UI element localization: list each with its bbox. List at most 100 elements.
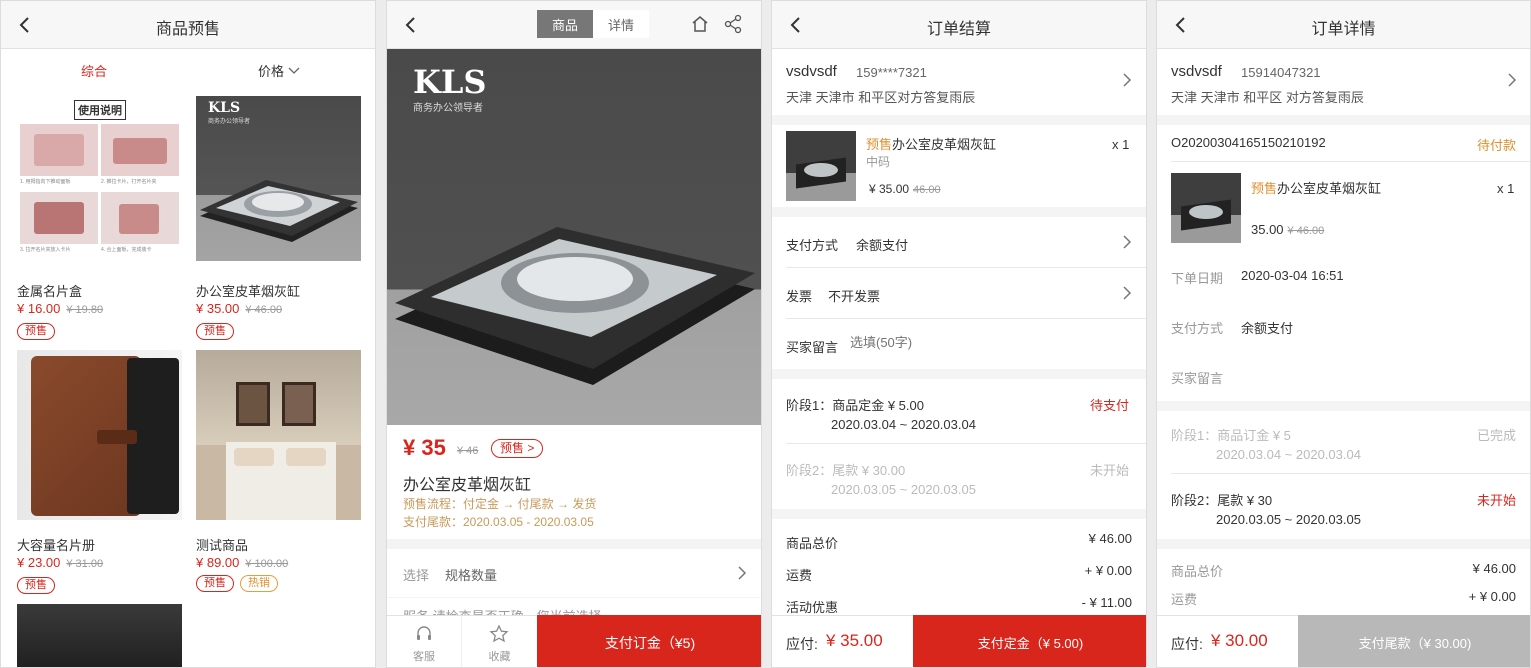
home-icon[interactable] <box>690 14 710 34</box>
wall-frame <box>236 382 270 426</box>
page-title: 订单详情 <box>1311 21 1376 38</box>
current-price: ¥ 35 <box>403 435 446 460</box>
divider <box>786 443 1146 444</box>
product-price-row: ¥ 35.00 ¥ 46.00 <box>196 301 282 316</box>
sort-all-tab[interactable]: 综合 <box>81 61 107 80</box>
stage2-date: 2020.03.05 ~ 2020.03.05 <box>1216 512 1361 527</box>
product-name[interactable]: 金属名片盒 <box>17 281 82 300</box>
pay-balance-button[interactable]: 支付尾款（¥ 30.00) <box>1298 615 1530 667</box>
bottom-bar: 客服 收藏 支付订金（¥5) <box>387 615 761 667</box>
price-summary: 商品总价 ¥ 46.00 运费 + ¥ 0.00 活动优惠 - ¥ 11.00 <box>772 519 1146 615</box>
page-title: 订单结算 <box>926 21 991 38</box>
stage2-status: 未开始 <box>1090 463 1130 478</box>
due-label: 应付: <box>1171 636 1203 652</box>
stage2-label: 阶段2：尾款 ¥ 30 <box>1171 493 1273 508</box>
invoice-value: 不开发票 <box>828 289 881 304</box>
receiver-address: 天津 天津市 和平区 对方答复雨辰 <box>1171 90 1364 105</box>
product-original-price: ¥ 46.00 <box>245 304 283 316</box>
invoice-row[interactable]: 发票 不开发票 <box>772 268 1146 318</box>
header: 订单详情 <box>1157 1 1530 49</box>
product-image-bedroom[interactable] <box>196 350 361 520</box>
due-amount: ¥ 35.00 <box>826 631 883 650</box>
product-image-partial[interactable] <box>17 604 182 667</box>
order-date-label: 下单日期 <box>1171 271 1224 286</box>
product-image-ashtray[interactable]: KLS 商务办公领导者 <box>196 96 361 261</box>
stage1-date: 2020.03.04 ~ 2020.03.04 <box>831 417 976 432</box>
chevron-right-icon <box>1123 73 1132 87</box>
address-row[interactable]: vsdvsdf 159****7321 天津 天津市 和平区对方答复雨辰 <box>772 49 1146 115</box>
service-button[interactable]: 客服 <box>387 616 462 667</box>
total-value: ¥ 46.00 <box>1472 561 1516 576</box>
shipping-value: + ¥ 0.00 <box>1084 563 1132 578</box>
product-original-price: ¥ 31.00 <box>66 558 104 570</box>
buyer-message-input[interactable] <box>850 335 1110 350</box>
order-number: O20200304165150210192 <box>1171 135 1326 150</box>
order-status: 待付款 <box>1476 138 1516 153</box>
brand-logo: KLS <box>413 63 487 101</box>
list-body: 综合 价格 使用说明 1. 用拇指向下推动面板 2. 推拉卡片，打开名片夹 3.… <box>1 49 375 667</box>
sort-price-tab[interactable]: 价格 <box>258 61 300 80</box>
stages-block: 阶段1：商品订金 ¥ 5 已完成 2020.03.04 ~ 2020.03.04… <box>1157 411 1530 539</box>
notebook-clasp <box>97 430 137 444</box>
tail-payment-date: 支付尾款：2020.03.05 - 2020.03.05 <box>403 515 594 529</box>
total-value: ¥ 46.00 <box>1088 531 1132 546</box>
checkout-screen: 订单结算 vsdvsdf 159****7321 天津 天津市 和平区对方答复雨… <box>771 0 1147 668</box>
page-title: 商品预售 <box>155 21 220 38</box>
guide-caption: 1. 用拇指向下推动面板 <box>20 179 71 185</box>
tab-detail[interactable]: 详情 <box>593 10 649 38</box>
wall-frame <box>282 382 316 426</box>
presale-tag: 预售 <box>196 323 234 340</box>
item-price: 35.00 <box>1251 222 1284 237</box>
payment-method-row[interactable]: 支付方式 余额支付 <box>772 217 1146 267</box>
presale-tag[interactable]: 预售 > <box>491 439 544 458</box>
price-info-block: ¥ 35 ¥ 46 预售 > 办公室皮革烟灰缸 预售流程：付定金 → 付尾款 →… <box>387 425 761 539</box>
header: 商品 详情 <box>387 1 761 49</box>
brand-slogan: 商务办公领导者 <box>208 119 251 125</box>
stage2-status: 未开始 <box>1476 493 1516 508</box>
stage2-label: 阶段2：尾款 ¥ 30.00 <box>786 463 906 478</box>
pillow <box>234 448 274 466</box>
item-original-price: ¥ 46.00 <box>1287 225 1325 237</box>
item-price-row: ¥ 35.00 46.00 <box>869 182 941 196</box>
product-image-card-book[interactable] <box>17 350 182 520</box>
product-image-card-holder[interactable]: 使用说明 1. 用拇指向下推动面板 2. 推拉卡片，打开名片夹 3. 拉开名片夹… <box>17 96 182 261</box>
pay-deposit-button[interactable]: 支付订金（¥5) <box>537 615 761 667</box>
message-label: 买家留言 <box>1171 371 1224 386</box>
item-qty: x 1 <box>1112 137 1130 152</box>
product-tags: 预售 <box>196 321 234 340</box>
favorite-button[interactable]: 收藏 <box>462 616 537 667</box>
product-price-row: ¥ 16.00 ¥ 19.80 <box>17 301 103 316</box>
pay-deposit-button[interactable]: 支付定金（¥ 5.00) <box>913 615 1146 667</box>
headset-icon <box>417 626 431 640</box>
service-label: 客服 <box>413 651 435 663</box>
share-icon[interactable] <box>723 14 743 34</box>
guide-caption: 3. 拉开名片夹放入卡片 <box>20 247 71 253</box>
guide-caption: 4. 合上面板，完成装卡 <box>101 247 152 253</box>
payment-value: 余额支付 <box>1241 321 1294 336</box>
ashtray-illustration <box>395 227 755 385</box>
discount-label: 活动优惠 <box>786 600 839 615</box>
presale-tag: 预售 <box>196 575 234 592</box>
spec-select-row[interactable]: 选择 规格数量 <box>387 549 761 597</box>
presale-flow: 预售流程：付定金 → 付尾款 → 发货 <box>403 497 597 511</box>
item-name: 办公室皮革烟灰缸 <box>892 137 997 152</box>
stage2-date: 2020.03.05 ~ 2020.03.05 <box>831 482 976 497</box>
product-name[interactable]: 大容量名片册 <box>17 535 95 554</box>
stage1-status: 待支付 <box>1090 398 1130 413</box>
product-tags: 预售 <box>17 321 55 340</box>
bottom-bar: 应付: ¥ 35.00 支付定金（¥ 5.00) <box>772 615 1146 667</box>
presale-tag: 预售 <box>17 577 55 594</box>
back-icon[interactable] <box>401 15 421 35</box>
stage1-date: 2020.03.04 ~ 2020.03.04 <box>1216 447 1361 462</box>
item-qty: x 1 <box>1497 181 1515 196</box>
discount-value: - ¥ 11.00 <box>1081 595 1132 610</box>
chevron-right-icon <box>1123 286 1132 300</box>
product-name[interactable]: 办公室皮革烟灰缸 <box>196 281 300 300</box>
address-row[interactable]: vsdvsdf 15914047321 天津 天津市 和平区 对方答复雨辰 <box>1157 49 1530 115</box>
product-name[interactable]: 测试商品 <box>196 535 248 554</box>
payment-value: 余额支付 <box>856 238 909 253</box>
tab-goods[interactable]: 商品 <box>537 10 593 38</box>
shipping-label: 运费 <box>1171 592 1198 607</box>
order-options: 支付方式 余额支付 发票 不开发票 买家留言 <box>772 217 1146 369</box>
chevron-right-icon <box>738 566 747 580</box>
